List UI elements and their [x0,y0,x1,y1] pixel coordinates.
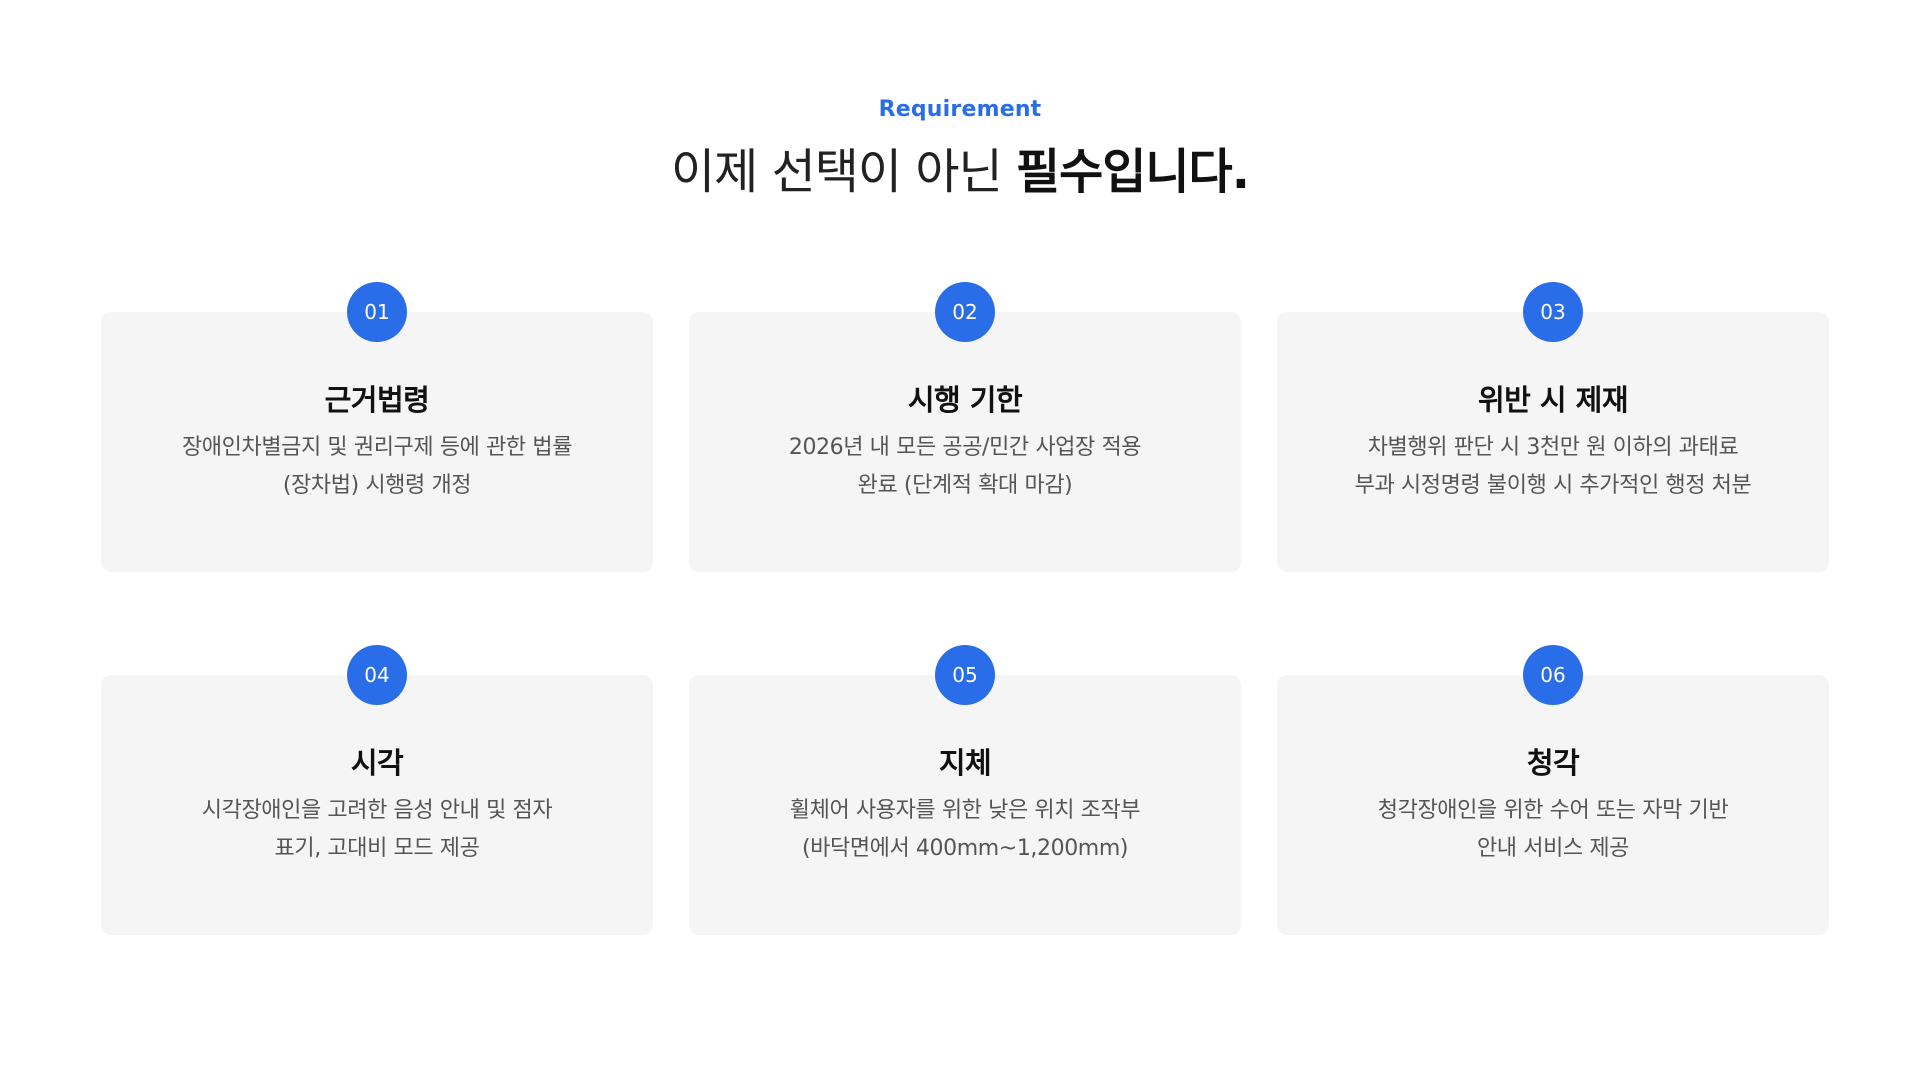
requirement-card-physical: 05 지체 휠체어 사용자를 위한 낮은 위치 조작부 (바닥면에서 400mm… [689,645,1241,935]
card-number-badge: 04 [347,645,407,705]
card-title: 지체 [938,746,992,780]
card-description: 차별행위 판단 시 3천만 원 이하의 과태료 부과 시정명령 불이행 시 추가… [1297,429,1809,505]
requirement-card-legal-basis: 01 근거법령 장애인차별금지 및 권리구제 등에 관한 법률 (장차법) 시행… [101,282,653,572]
card-description-line: 장애인차별금지 및 권리구제 등에 관한 법률 [181,435,573,460]
card-number-badge: 03 [1523,282,1583,342]
requirement-card-deadline: 02 시행 기한 2026년 내 모든 공공/민간 사업장 적용 완료 (단계적… [689,282,1241,572]
card-title: 시행 기한 [907,383,1023,417]
requirement-card-visual: 04 시각 시각장애인을 고려한 음성 안내 및 점자 표기, 고대비 모드 제… [101,645,653,935]
requirement-cards: 01 근거법령 장애인차별금지 및 권리구제 등에 관한 법률 (장차법) 시행… [0,0,1920,1080]
card-description-line: 시각장애인을 고려한 음성 안내 및 점자 [201,798,553,823]
card-title: 위반 시 제재 [1477,383,1629,417]
card-number-badge: 01 [347,282,407,342]
card-description-line: (장차법) 시행령 개정 [282,473,472,498]
card-title: 청각 [1526,746,1580,780]
card-description-line: (바닥면에서 400mm~1,200mm) [801,836,1129,861]
card-description: 시각장애인을 고려한 음성 안내 및 점자 표기, 고대비 모드 제공 [121,792,633,868]
card-description-line: 휠체어 사용자를 위한 낮은 위치 조작부 [789,798,1141,823]
card-description-line: 부과 시정명령 불이행 시 추가적인 행정 처분 [1354,473,1752,498]
card-number-badge: 06 [1523,645,1583,705]
card-description-line: 안내 서비스 제공 [1476,836,1630,861]
card-description: 2026년 내 모든 공공/민간 사업장 적용 완료 (단계적 확대 마감) [709,429,1221,505]
card-description: 청각장애인을 위한 수어 또는 자막 기반 안내 서비스 제공 [1297,792,1809,868]
card-description-line: 청각장애인을 위한 수어 또는 자막 기반 [1377,798,1729,823]
card-description: 장애인차별금지 및 권리구제 등에 관한 법률 (장차법) 시행령 개정 [121,429,633,505]
requirement-section: Requirement 이제 선택이 아닌 필수입니다. 01 근거법령 장애인… [0,0,1920,1080]
card-description-line: 완료 (단계적 확대 마감) [857,473,1073,498]
requirement-card-sanctions: 03 위반 시 제재 차별행위 판단 시 3천만 원 이하의 과태료 부과 시정… [1277,282,1829,572]
card-description: 휠체어 사용자를 위한 낮은 위치 조작부 (바닥면에서 400mm~1,200… [709,792,1221,868]
card-title: 근거법령 [324,383,430,417]
card-number-badge: 02 [935,282,995,342]
requirement-card-hearing: 06 청각 청각장애인을 위한 수어 또는 자막 기반 안내 서비스 제공 [1277,645,1829,935]
card-description-line: 표기, 고대비 모드 제공 [274,836,480,861]
card-number-badge: 05 [935,645,995,705]
card-title: 시각 [350,746,404,780]
card-description-line: 2026년 내 모든 공공/민간 사업장 적용 [788,435,1142,460]
card-description-line: 차별행위 판단 시 3천만 원 이하의 과태료 [1367,435,1739,460]
